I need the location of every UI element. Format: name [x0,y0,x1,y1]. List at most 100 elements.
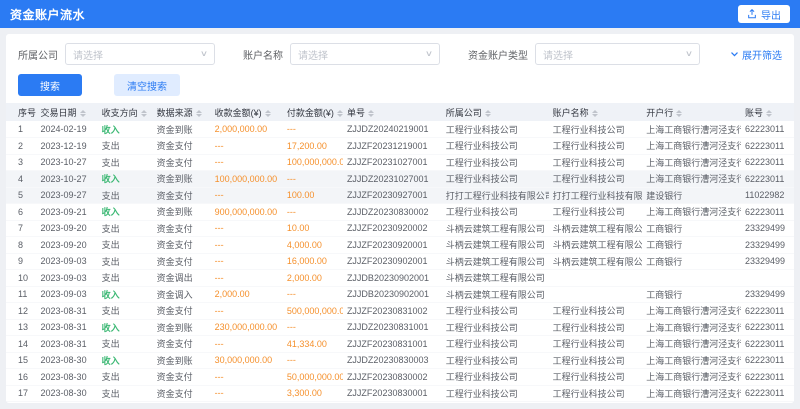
filter-account-label: 账户名称 [243,47,283,62]
cell-accno: 62223011 [741,138,794,155]
sort-caret-icon[interactable] [368,110,374,117]
cell-company: 工程行业科技公司 [442,303,549,320]
cell-date: 2023-10-27 [37,154,98,171]
cell-accno: 62223011 [741,369,794,386]
cell-direction: 支出 [98,270,153,287]
column-header-label: 所属公司 [446,108,482,118]
cell-payment: --- [283,286,343,303]
sort-caret-icon[interactable] [80,110,86,117]
table-row[interactable]: 122023-08-31支出资金支付---500,000,000.00ZJJZF… [6,303,794,320]
cell-date: 2023-09-03 [37,253,98,270]
cell-date: 2023-10-27 [37,171,98,188]
cell-source: 资金支付 [153,385,211,402]
column-header-payment[interactable]: 付款金额(¥) [283,103,343,121]
filter-company-label: 所属公司 [18,47,58,62]
cell-source: 资金到账 [153,121,211,138]
column-header-source[interactable]: 数据来源 [153,103,211,121]
cell-bank: 上海工商银行漕河泾支行 [642,204,741,221]
sort-caret-icon[interactable] [196,110,202,117]
cell-bank: 上海工商银行漕河泾支行 [642,121,741,138]
table-row[interactable]: 72023-09-20支出资金支付---10.00ZJJZF2023092000… [6,220,794,237]
page-header: 资金账户流水 导出 [0,0,800,28]
table-row[interactable]: 172023-08-30支出资金支付---3,300.00ZJJZF202308… [6,385,794,402]
cell-date: 2023-09-20 [37,237,98,254]
cell-company: 工程行业科技公司 [442,352,549,369]
cell-accno: 62223011 [741,121,794,138]
cell-company: 斗柄云建筑工程有限公司 [442,286,549,303]
filter-account-select[interactable]: 请选择 ∨ [290,43,440,65]
table-row[interactable]: 22023-12-19支出资金支付---17,200.00ZJJZF202312… [6,138,794,155]
sort-caret-icon[interactable] [337,110,343,117]
table-row[interactable]: 152023-08-30收入资金到账30,000,000.00---ZJJDZ2… [6,352,794,369]
cell-account: 工程行业科技公司 [549,171,643,188]
table-row[interactable]: 82023-09-20支出资金支付---4,000.00ZJJZF2023092… [6,237,794,254]
cell-payment: --- [283,204,343,221]
table-row[interactable]: 142023-08-31支出资金支付---41,334.00ZJJZF20230… [6,336,794,353]
column-header-company[interactable]: 所属公司 [442,103,549,121]
column-header-direction[interactable]: 收支方向 [98,103,153,121]
sort-caret-icon[interactable] [592,110,598,117]
cell-seq: 17 [6,385,37,402]
cell-bank: 上海工商银行漕河泾支行 [642,319,741,336]
cell-source: 资金到账 [153,319,211,336]
column-header-date[interactable]: 交易日期 [37,103,98,121]
sort-caret-icon[interactable] [265,110,271,117]
cell-source: 资金调出 [153,270,211,287]
sort-caret-icon[interactable] [141,110,147,117]
cell-date: 2023-12-19 [37,138,98,155]
cell-account: 工程行业科技公司 [549,121,643,138]
column-header-label: 付款金额(¥) [287,108,334,118]
cell-account: 打打工程行业科技有限公司 [549,187,643,204]
sort-caret-icon[interactable] [676,110,682,117]
cell-bank: 上海工商银行漕河泾支行 [642,154,741,171]
table-row[interactable]: 52023-09-27支出资金支付---100.00ZJJZF202309270… [6,187,794,204]
filter-company-select[interactable]: 请选择 ∨ [65,43,215,65]
search-button[interactable]: 搜索 [18,74,82,96]
sort-caret-icon[interactable] [766,110,772,117]
filter-account-type-label: 资金账户类型 [468,47,528,62]
export-button[interactable]: 导出 [738,5,790,23]
cell-payment: 100,000,000.00 [283,154,343,171]
cell-payment: 50,000,000.00 [283,369,343,386]
cell-receipt: 2,000.00 [211,286,283,303]
filter-account-type-select[interactable]: 请选择 ∨ [535,43,700,65]
cell-bank: 工商银行 [642,237,741,254]
cell-payment: 100.00 [283,187,343,204]
column-header-order[interactable]: 单号 [343,103,442,121]
cell-account: 工程行业科技公司 [549,336,643,353]
column-header-label: 账户名称 [553,108,589,118]
column-header-accno[interactable]: 账号 [741,103,794,121]
expand-filters-link[interactable]: 展开筛选 [730,47,782,62]
column-header-account[interactable]: 账户名称 [549,103,643,121]
sort-caret-icon[interactable] [485,110,491,117]
cell-company: 斗柄云建筑工程有限公司 [442,270,549,287]
cell-order: ZJJDZ20230831001 [343,319,442,336]
cell-order: ZJJDZ20240219001 [343,121,442,138]
cell-receipt: 100,000,000.00 [211,171,283,188]
table-row[interactable]: 112023-09-03收入资金调入2,000.00---ZJJDB202309… [6,286,794,303]
clear-search-button[interactable]: 清空搜索 [114,74,180,96]
table-row[interactable]: 92023-09-03支出资金支付---16,000.00ZJJZF202309… [6,253,794,270]
column-header-receipt[interactable]: 收款金额(¥) [211,103,283,121]
cell-date: 2024-02-19 [37,121,98,138]
table-row[interactable]: 132023-08-31收入资金到账230,000,000.00---ZJJDZ… [6,319,794,336]
table-row[interactable]: 12024-02-19收入资金到账2,000,000.00---ZJJDZ202… [6,121,794,138]
cell-seq: 2 [6,138,37,155]
cell-direction: 收入 [98,171,153,188]
cell-seq: 11 [6,286,37,303]
cell-receipt: --- [211,270,283,287]
table-row[interactable]: 32023-10-27支出资金支付---100,000,000.00ZJJZF2… [6,154,794,171]
cell-bank: 建设银行 [642,187,741,204]
column-header-bank[interactable]: 开户行 [642,103,741,121]
cell-date: 2023-08-30 [37,385,98,402]
table-row[interactable]: 62023-09-21收入资金到账900,000,000.00---ZJJDZ2… [6,204,794,221]
action-bar: 搜索 清空搜索 [6,65,794,103]
cell-receipt: --- [211,369,283,386]
table-row[interactable]: 162023-08-30支出资金支付---50,000,000.00ZJJZF2… [6,369,794,386]
cell-accno: 62223011 [741,319,794,336]
cell-order: ZJJDZ20230830002 [343,204,442,221]
table-row[interactable]: 42023-10-27收入资金到账100,000,000.00---ZJJDZ2… [6,171,794,188]
cell-bank: 上海工商银行漕河泾支行 [642,336,741,353]
table-body: 12024-02-19收入资金到账2,000,000.00---ZJJDZ202… [6,121,794,402]
table-row[interactable]: 102023-09-03支出资金调出---2,000.00ZJJDB202309… [6,270,794,287]
